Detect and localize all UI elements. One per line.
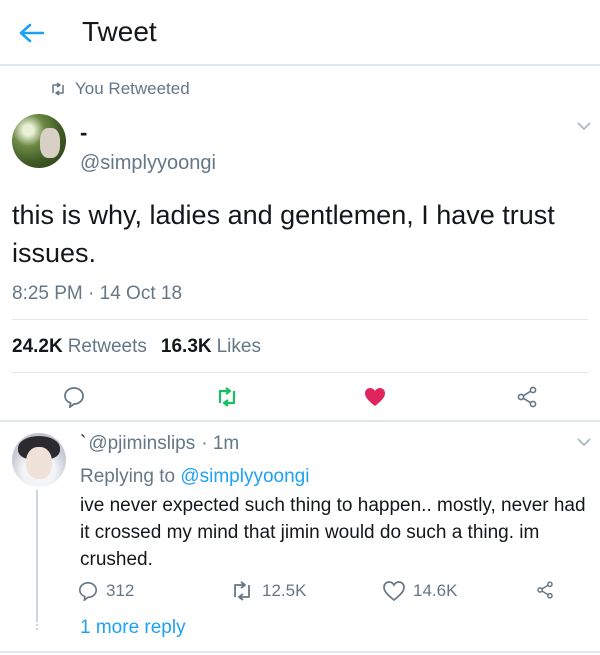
reply-avatar[interactable] — [12, 433, 66, 487]
replying-to-prefix: Replying to — [80, 466, 176, 487]
retweet-icon — [218, 387, 236, 407]
author-name[interactable]: - — [80, 120, 87, 146]
retweet-notice: You Retweeted — [50, 78, 190, 100]
like-button[interactable] — [362, 384, 388, 410]
retweets-label[interactable]: Retweets — [68, 336, 147, 358]
replying-to-handle[interactable]: @simplyyoongi — [180, 466, 309, 487]
reply-meta: ` @pjiminslips · 1m — [80, 433, 239, 455]
reply-retweet-count: 12.5K — [262, 581, 307, 600]
tweet-menu-button[interactable] — [576, 120, 592, 132]
chevron-down-icon — [577, 121, 591, 130]
avatar[interactable] — [12, 114, 66, 168]
author-handle[interactable]: @simplyyoongi — [80, 152, 216, 175]
reply-reply-button[interactable]: 312 — [78, 581, 134, 601]
reply-author-name[interactable]: ` — [80, 433, 86, 455]
reply-text: ive never expected such thing to happen.… — [80, 495, 586, 570]
reply-menu-button[interactable] — [576, 436, 592, 448]
reply-reply-count: 312 — [106, 581, 135, 600]
thread-line — [36, 490, 38, 620]
page-title: Tweet — [82, 16, 157, 47]
share-button[interactable] — [514, 384, 540, 410]
section-separator — [0, 651, 600, 653]
likes-label[interactable]: Likes — [217, 336, 261, 358]
section-separator — [0, 420, 600, 422]
reply-like-button[interactable]: 14.6K — [383, 581, 457, 601]
arrow-left-icon — [19, 23, 45, 43]
likes-count[interactable]: 16.3K — [161, 336, 212, 358]
tweet-timestamp: 8:25 PM · 14 Oct 18 — [12, 283, 183, 304]
reply-share-button[interactable] — [536, 581, 562, 599]
reply-icon — [64, 387, 84, 408]
divider — [12, 319, 588, 320]
share-icon — [517, 386, 537, 408]
heart-icon — [365, 388, 385, 406]
retweet-button[interactable] — [214, 384, 240, 410]
tweet-stats: 24.2K Retweets 16.3K Likes — [12, 336, 261, 358]
retweet-icon — [50, 82, 66, 96]
retweet-icon — [230, 581, 254, 601]
more-replies-link[interactable]: 1 more reply — [80, 617, 186, 639]
divider — [12, 372, 588, 373]
reply-like-count: 14.6K — [413, 581, 458, 600]
share-icon — [536, 581, 554, 599]
chevron-down-icon — [577, 437, 591, 446]
app-header: Tweet — [0, 0, 600, 66]
reply-button[interactable] — [61, 384, 87, 410]
retweets-count[interactable]: 24.2K — [12, 336, 63, 358]
reply-icon — [78, 581, 98, 601]
tweet-text: this is why, ladies and gentlemen, I hav… — [12, 200, 555, 268]
heart-icon — [383, 581, 405, 601]
reply-retweet-button[interactable]: 12.5K — [230, 581, 306, 601]
reply-author-handle[interactable]: @pjiminslips — [88, 433, 195, 455]
replying-to: Replying to @simplyyoongi — [80, 466, 309, 488]
reply-time: · 1m — [201, 433, 240, 454]
back-button[interactable] — [14, 18, 50, 48]
retweet-notice-label: You Retweeted — [75, 79, 190, 98]
thread-continuation — [36, 620, 38, 630]
